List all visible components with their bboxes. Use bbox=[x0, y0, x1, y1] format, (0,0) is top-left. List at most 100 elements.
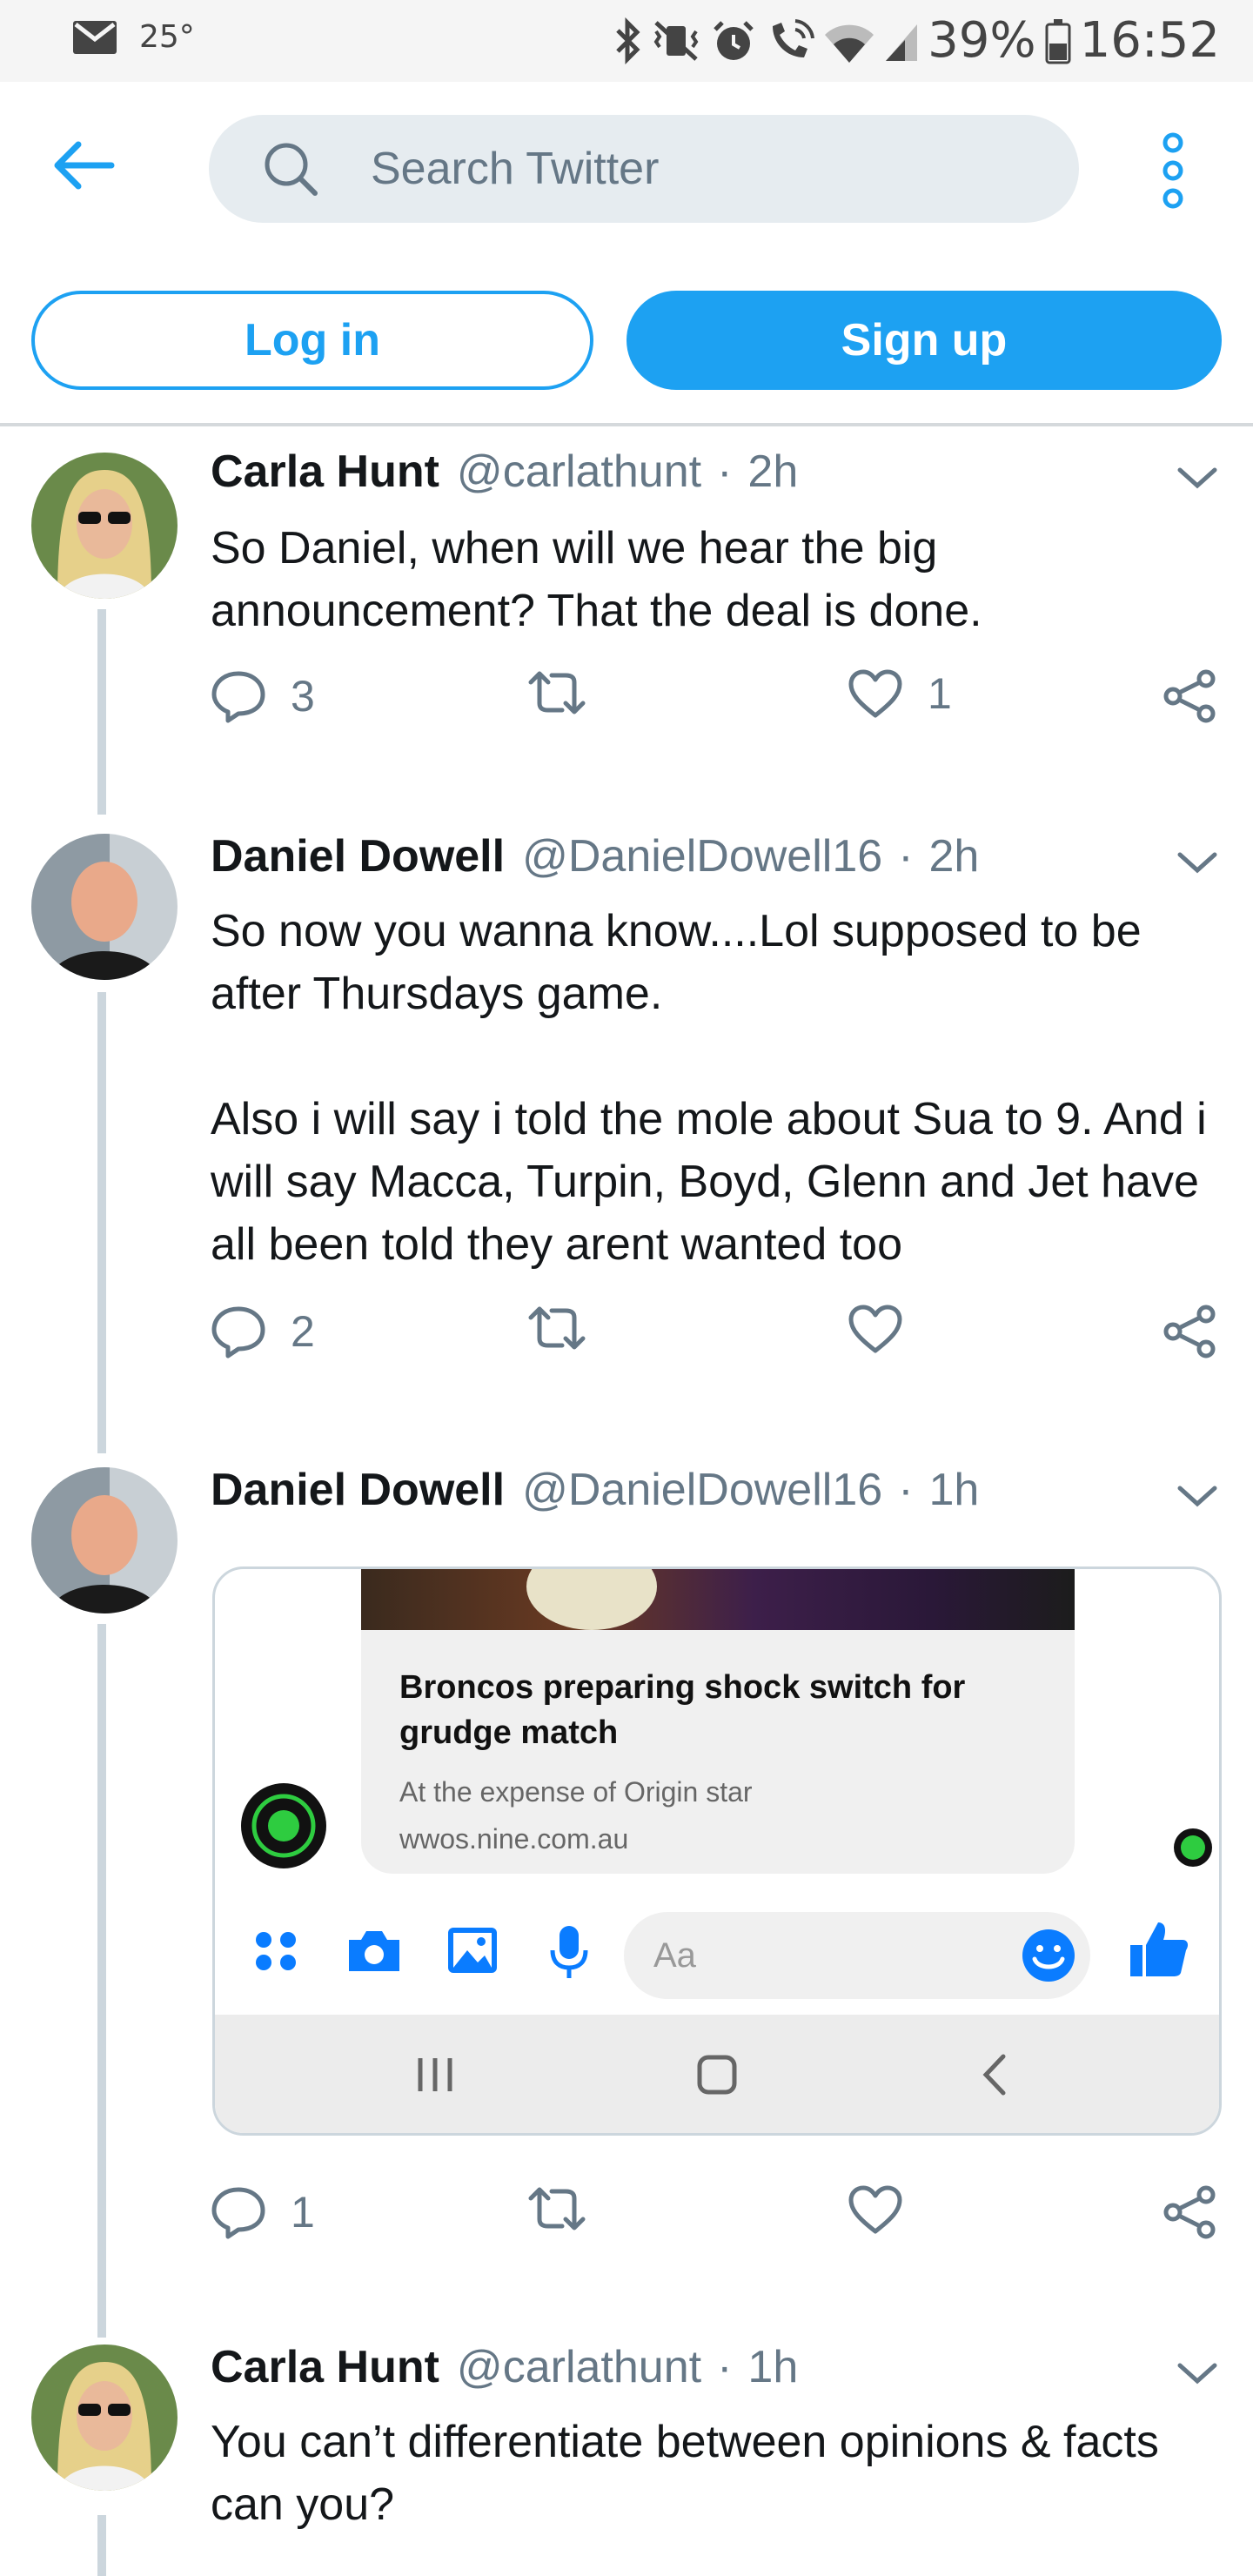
signal-icon bbox=[884, 17, 919, 64]
auth-buttons: Log in Sign up bbox=[0, 291, 1253, 390]
retweet-button[interactable] bbox=[526, 1304, 588, 1352]
tweet-time[interactable]: 1h bbox=[929, 1464, 980, 1516]
display-name[interactable]: Daniel Dowell bbox=[211, 1464, 505, 1516]
tweet[interactable]: Daniel Dowell @DanielDowell16 · 1h Bronc… bbox=[0, 1452, 1253, 2322]
bluetooth-icon bbox=[613, 17, 642, 64]
tweet-paragraph: So now you wanna know....Lol supposed to… bbox=[211, 906, 1142, 1019]
signup-button[interactable]: Sign up bbox=[626, 291, 1222, 390]
back-arrow-icon bbox=[54, 141, 115, 190]
chevron-down-icon bbox=[1177, 852, 1217, 874]
separator: · bbox=[898, 1465, 914, 1515]
display-name[interactable]: Daniel Dowell bbox=[211, 830, 505, 882]
heart-icon bbox=[848, 2185, 902, 2234]
header-divider bbox=[0, 423, 1253, 426]
mail-icon bbox=[73, 20, 117, 54]
share-icon bbox=[1163, 2185, 1216, 2239]
chevron-down-icon bbox=[1177, 2363, 1217, 2385]
link-preview[interactable]: Broncos preparing shock switch for grudg… bbox=[361, 1630, 1075, 1874]
tweet-header: Carla Hunt @carlathunt · 2h bbox=[211, 446, 798, 498]
separator: · bbox=[717, 2342, 733, 2392]
link-domain: wwos.nine.com.au bbox=[399, 1823, 629, 1855]
retweet-button[interactable] bbox=[526, 668, 588, 717]
search-icon bbox=[263, 141, 318, 201]
link-preview-image bbox=[361, 1569, 1075, 1630]
messenger-compose-bar: Aa bbox=[215, 1900, 1219, 2008]
wifi-icon bbox=[823, 17, 875, 64]
tweet-menu-button[interactable] bbox=[1176, 465, 1218, 491]
status-bar: 25° 39% 16:52 bbox=[0, 0, 1253, 82]
home-icon bbox=[695, 2053, 739, 2101]
reply-icon bbox=[211, 2187, 265, 2239]
user-handle[interactable]: @carlathunt bbox=[457, 446, 701, 498]
search-box[interactable] bbox=[209, 115, 1079, 223]
tweet-time[interactable]: 1h bbox=[747, 2341, 798, 2393]
share-button[interactable] bbox=[1163, 668, 1218, 724]
like-button[interactable]: 1 bbox=[848, 668, 952, 719]
share-button[interactable] bbox=[1163, 2184, 1218, 2240]
tweet-time[interactable]: 2h bbox=[747, 446, 798, 498]
back-button[interactable] bbox=[50, 139, 117, 191]
reply-icon bbox=[211, 671, 265, 723]
tweet-menu-button[interactable] bbox=[1176, 2360, 1218, 2386]
tweet-time[interactable]: 2h bbox=[929, 830, 980, 882]
battery-icon bbox=[1045, 17, 1071, 64]
like-button[interactable] bbox=[848, 2184, 903, 2235]
tweet-actions: 3 1 bbox=[211, 668, 1229, 738]
reply-button[interactable]: 3 bbox=[211, 668, 315, 724]
retweet-icon bbox=[528, 2187, 586, 2231]
chevron-down-icon bbox=[1177, 1486, 1217, 1507]
avatar[interactable] bbox=[31, 1467, 178, 1613]
tweet-menu-button[interactable] bbox=[1176, 1483, 1218, 1509]
apps-grid-icon bbox=[253, 1924, 298, 1981]
camera-icon bbox=[345, 1924, 403, 1981]
tweet-menu-button[interactable] bbox=[1176, 849, 1218, 875]
reply-button[interactable]: 2 bbox=[211, 1304, 315, 1359]
share-icon bbox=[1163, 1305, 1216, 1358]
like-button[interactable] bbox=[848, 1304, 903, 1354]
search-input[interactable] bbox=[371, 115, 1032, 223]
image-icon bbox=[446, 1924, 499, 1981]
more-options-button[interactable] bbox=[1157, 132, 1189, 209]
retweet-button[interactable] bbox=[526, 2184, 588, 2233]
display-name[interactable]: Carla Hunt bbox=[211, 446, 439, 498]
reply-icon bbox=[211, 1306, 265, 1358]
tweet-paragraph: You can’t differentiate between opinions… bbox=[211, 2417, 1159, 2530]
heart-icon bbox=[848, 1305, 902, 1353]
android-back-icon bbox=[979, 2053, 1010, 2101]
chevron-down-icon bbox=[1177, 467, 1217, 489]
tweet-header: Daniel Dowell @DanielDowell16 · 2h bbox=[211, 830, 979, 882]
reply-count: 2 bbox=[291, 1307, 315, 1356]
tweet[interactable]: Carla Hunt @carlathunt · 2h So Daniel, w… bbox=[0, 435, 1253, 801]
like-count: 1 bbox=[928, 669, 952, 718]
microphone-icon bbox=[549, 1924, 589, 1984]
tweet-header: Carla Hunt @carlathunt · 1h bbox=[211, 2341, 798, 2393]
user-handle[interactable]: @carlathunt bbox=[457, 2341, 701, 2393]
user-handle[interactable]: @DanielDowell16 bbox=[522, 1464, 882, 1516]
battery-percent: 39% bbox=[928, 12, 1036, 69]
user-handle[interactable]: @DanielDowell16 bbox=[522, 830, 882, 882]
message-placeholder: Aa bbox=[653, 1936, 696, 1975]
share-button[interactable] bbox=[1163, 1304, 1218, 1359]
alarm-icon bbox=[710, 17, 757, 64]
display-name[interactable]: Carla Hunt bbox=[211, 2341, 439, 2393]
reply-count: 1 bbox=[291, 2188, 315, 2237]
reply-count: 3 bbox=[291, 672, 315, 721]
read-receipt-avatar bbox=[1174, 1828, 1212, 1867]
share-icon bbox=[1163, 669, 1216, 723]
tweet[interactable]: Daniel Dowell @DanielDowell16 · 2h So no… bbox=[0, 818, 1253, 1427]
recent-apps-icon bbox=[413, 2053, 457, 2101]
link-subtitle: At the expense of Origin star bbox=[399, 1776, 753, 1808]
login-button[interactable]: Log in bbox=[31, 291, 593, 390]
avatar[interactable] bbox=[31, 834, 178, 980]
emoji-icon bbox=[1021, 1928, 1076, 1988]
separator: · bbox=[898, 831, 914, 882]
avatar[interactable] bbox=[31, 2345, 178, 2491]
attached-screenshot[interactable]: Broncos preparing shock switch for grudg… bbox=[212, 1566, 1222, 2136]
separator: · bbox=[717, 446, 733, 497]
vertical-dots-icon bbox=[1163, 132, 1183, 209]
reply-button[interactable]: 1 bbox=[211, 2184, 315, 2240]
tweet[interactable]: Carla Hunt @carlathunt · 1h You can’t di… bbox=[0, 2329, 1253, 2576]
football-image bbox=[526, 1569, 657, 1630]
avatar[interactable] bbox=[31, 453, 178, 599]
tweet-paragraph: So Daniel, when will we hear the big ann… bbox=[211, 523, 982, 636]
